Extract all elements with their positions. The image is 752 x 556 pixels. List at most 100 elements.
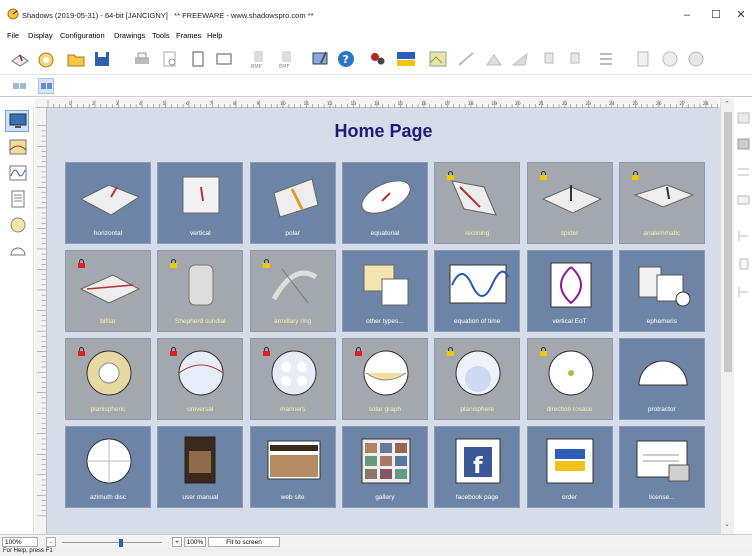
vertical-scrollbar[interactable]: ⌃ ⌄ [720,98,734,534]
export-emf-icon[interactable]: EMF [276,49,296,69]
print-icon[interactable] [132,49,152,69]
tile-web-site[interactable]: web site [249,426,336,508]
half-dial-tool-icon[interactable] [8,242,28,260]
fit-to-screen-button[interactable]: Fit to screen [208,537,280,547]
scroll-down-icon[interactable]: ⌄ [724,520,730,528]
tile-equatorial[interactable]: equatorial [341,162,428,244]
tile-other-types[interactable]: other types... [341,250,428,332]
zoom-slider-track[interactable] [62,542,162,543]
tile-label: equation of time [454,318,501,325]
sundial-wizard-icon[interactable] [36,49,56,69]
menu-tools[interactable]: Tools [152,31,170,40]
page-landscape-icon[interactable] [214,49,234,69]
zoom-slider-thumb[interactable] [119,539,123,547]
page-title: Home Page [334,121,433,141]
align-tool-2-icon[interactable] [568,49,588,69]
tile-armillary-ring[interactable]: armillary ring [249,250,336,332]
tile-azimuth-disc[interactable]: azimuth disc [65,426,151,508]
lock-icon [447,347,455,356]
tile-label: ephemeris [646,318,677,325]
scroll-up-icon[interactable]: ⌃ [724,100,730,108]
right-tool-4-icon[interactable] [737,194,750,206]
tile-label: user manual [182,494,219,501]
landscape-tool-icon[interactable] [8,138,28,156]
right-tool-3-icon[interactable] [737,166,750,178]
tile-analemmatic[interactable]: analemmatic [618,162,705,244]
tile-planisphere[interactable]: planisphere [434,338,521,420]
document-tool-icon[interactable] [8,190,28,208]
right-tool-6-icon[interactable] [737,258,750,270]
tile-ephemeris[interactable]: ephemeris [618,250,705,332]
menu-drawings[interactable]: Drawings [114,31,145,40]
list-tool-icon[interactable] [596,49,616,69]
tile-direction-rosace[interactable]: direction rosace [526,338,613,420]
open-folder-icon[interactable] [66,49,86,69]
tile-vertical-eot[interactable]: vertical EoT [526,250,613,332]
align-tool-icon[interactable] [542,49,562,69]
export-bmp-icon[interactable]: BMP [248,49,268,69]
ruler-label: 22 [562,101,568,107]
table-tool-icon[interactable] [634,49,654,69]
tile-vertical[interactable]: vertical [157,162,244,244]
shadow-tool-icon[interactable] [456,49,476,69]
world-icon[interactable] [686,49,706,69]
tile-reclining[interactable]: reclining [434,162,521,244]
menu-file[interactable]: File [7,31,19,40]
frame-double-icon[interactable] [38,78,54,94]
frame-single-icon[interactable] [12,80,28,92]
computer-view-icon[interactable] [8,112,28,130]
tile-protractor[interactable]: protractor [618,338,705,420]
tile-horizontal[interactable]: horizontal [65,162,151,244]
page-portrait-icon[interactable] [188,49,208,69]
close-button[interactable]: ✕ [726,6,752,24]
menu-frames[interactable]: Frames [176,31,201,40]
curve-tool-icon[interactable] [8,164,28,182]
zoom-in-button[interactable]: + [172,537,182,547]
menu-help[interactable]: Help [207,31,222,40]
svg-text:f: f [473,454,483,479]
tile-bifilar[interactable]: bifilar [65,250,151,332]
tile-planispheric[interactable]: planispheric [65,338,151,420]
sundial-new-icon[interactable] [10,49,30,69]
dial-tool-icon[interactable] [8,216,28,234]
gears-icon[interactable] [368,49,388,69]
tile-mariners[interactable]: mariners [249,338,336,420]
tile-facebook-page[interactable]: f facebook page [434,426,521,508]
ruler-label: 8 [233,101,236,107]
menu-configuration[interactable]: Configuration [60,31,105,40]
ruler-label: 3 [115,101,118,107]
tile-solar-graph[interactable]: solar graph [341,338,428,420]
gnomon-tool-icon[interactable] [484,49,504,69]
save-icon[interactable] [92,49,112,69]
tile-label: analemmatic [643,230,681,237]
minimize-button[interactable]: – [672,6,702,24]
tile-shepherd-sundial[interactable]: Shepherd sundial [157,250,244,332]
tile-spider[interactable]: spider [526,162,613,244]
right-tool-2-icon[interactable] [737,138,750,150]
tile-gallery[interactable]: gallery [341,426,428,508]
tile-order[interactable]: order [526,426,613,508]
tile-license[interactable]: license... [618,426,705,508]
check-tool-icon[interactable] [660,49,680,69]
svg-text:BMP: BMP [251,64,262,69]
tile-direction-rosace-icon [548,350,593,396]
tile-user-manual[interactable]: user manual [157,426,244,508]
print-preview-icon[interactable] [160,49,180,69]
sundial-settings-icon[interactable] [311,49,331,69]
menu-display[interactable]: Display [28,31,53,40]
tile-polar[interactable]: polar [249,162,336,244]
style-tool-icon[interactable] [510,49,530,69]
paypal-icon[interactable] [396,49,416,69]
zoom-select[interactable]: 100% [2,537,38,547]
landscape-view-icon[interactable] [428,49,448,69]
zoom-out-button[interactable]: - [46,537,56,547]
right-tool-1-icon[interactable] [737,112,750,124]
help-icon[interactable]: ? [336,49,356,69]
right-tool-5-icon[interactable] [737,230,750,242]
tile-equation-of-time[interactable]: equation of time [434,250,521,332]
tile-reclining-icon [451,180,498,216]
tile-universal[interactable]: universal [157,338,244,420]
right-tool-7-icon[interactable] [737,286,750,298]
svg-text:?: ? [343,53,349,66]
scroll-thumb[interactable] [724,112,732,372]
